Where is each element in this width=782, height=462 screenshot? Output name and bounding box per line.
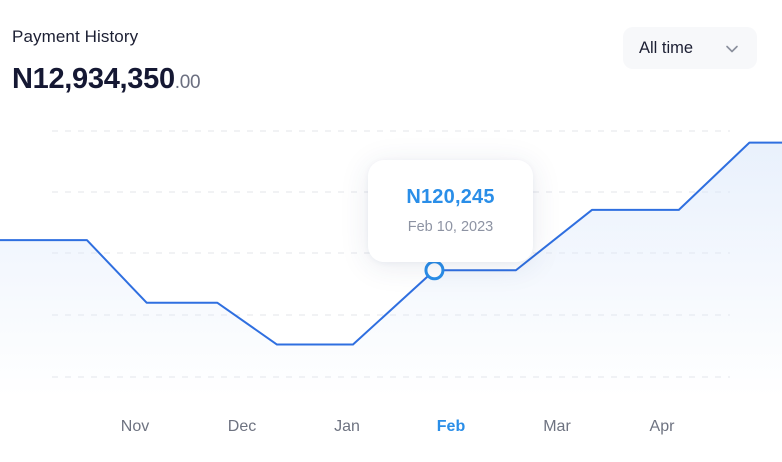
payment-history-card: Payment History N12,934,350.00 All time … (0, 0, 782, 462)
x-tick-label: Apr (650, 418, 676, 435)
highlight-point[interactable] (424, 260, 445, 281)
x-tick-label: Mar (543, 418, 571, 435)
tooltip-value: N120,245 (406, 186, 495, 208)
tooltip-date: Feb 10, 2023 (407, 219, 494, 235)
x-tick-label: Nov (121, 418, 149, 435)
x-tick-label: Jan (334, 418, 360, 435)
data-tooltip: N120,245 Feb 10, 2023 (368, 160, 533, 262)
x-tick-label: Dec (228, 418, 256, 435)
x-tick-label: Feb (437, 418, 466, 435)
